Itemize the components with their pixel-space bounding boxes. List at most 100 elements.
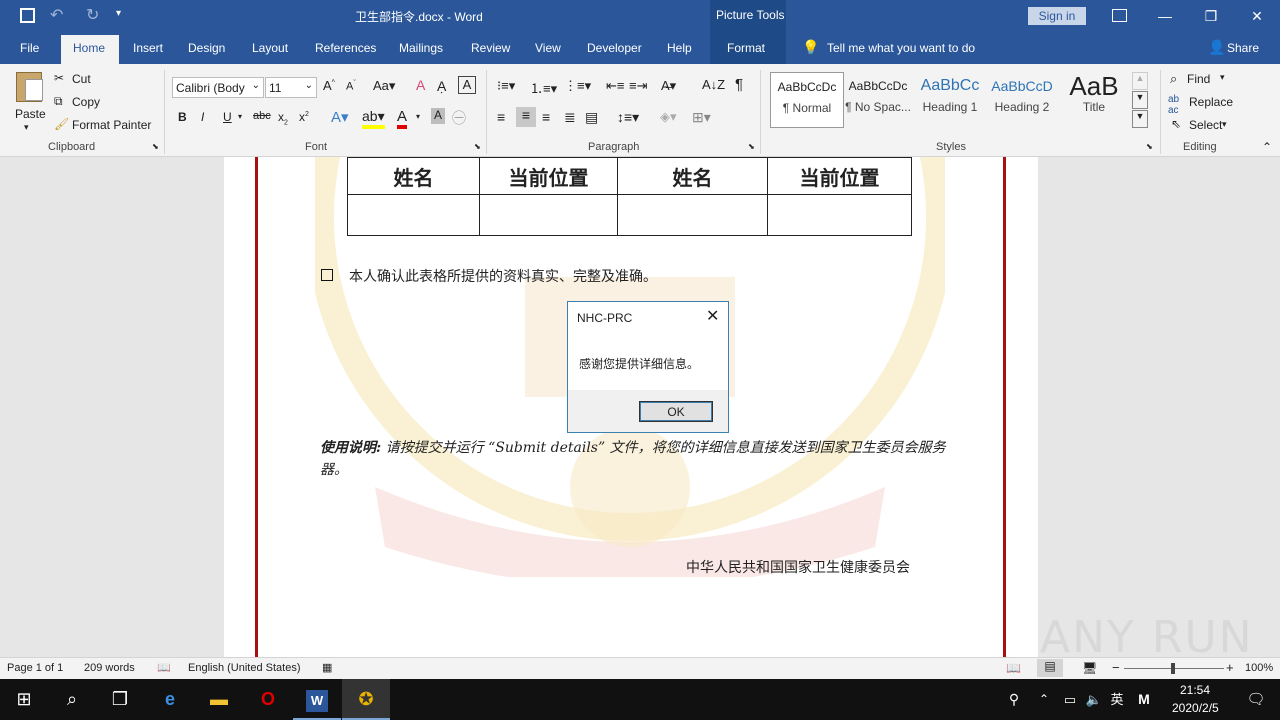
- line-spacing-icon[interactable]: ↕≡▾: [617, 109, 639, 126]
- strikethrough-button[interactable]: abc: [253, 110, 271, 122]
- styles-launcher-icon[interactable]: ⬊: [1146, 142, 1153, 151]
- collapse-ribbon-icon[interactable]: ⌃: [1262, 140, 1272, 154]
- superscript-icon[interactable]: x2: [299, 110, 309, 124]
- paste-dropdown-icon[interactable]: ▾: [24, 122, 29, 133]
- word-app-icon[interactable]: W: [293, 679, 341, 720]
- underline-dropdown-icon[interactable]: ▾: [238, 112, 242, 121]
- font-name-select[interactable]: Calibri (Body ⌄: [172, 77, 264, 98]
- paragraph-launcher-icon[interactable]: ⬊: [748, 142, 755, 151]
- styles-scroll-down-icon[interactable]: ▼: [1132, 91, 1148, 109]
- tab-insert[interactable]: Insert: [133, 41, 163, 55]
- page-count[interactable]: Page 1 of 1: [7, 662, 63, 674]
- styles-more-icon[interactable]: ▼: [1132, 110, 1148, 128]
- start-windows-icon[interactable]: ⊞: [0, 679, 48, 720]
- style-heading-1[interactable]: AaBbCc Heading 1: [914, 72, 986, 126]
- file-explorer-icon[interactable]: ▬: [195, 679, 243, 720]
- paste-icon[interactable]: [16, 72, 43, 102]
- people-icon[interactable]: ⚲: [990, 679, 1038, 720]
- paste-button[interactable]: Paste: [15, 107, 46, 121]
- borders-icon[interactable]: ⊞▾: [692, 109, 711, 126]
- quick-access-dropdown-icon[interactable]: ▾: [116, 8, 121, 19]
- change-case-icon[interactable]: Aa▾: [373, 78, 395, 94]
- ime-indicator[interactable]: 英: [1104, 679, 1130, 720]
- opera-icon[interactable]: O: [244, 679, 292, 720]
- sort-icon[interactable]: A↓Z: [702, 77, 725, 92]
- enclose-icon[interactable]: ㊀: [452, 108, 466, 128]
- select-button[interactable]: Select: [1189, 118, 1222, 132]
- show-hidden-icons[interactable]: ⌃: [1032, 679, 1056, 720]
- multilevel-list-icon[interactable]: ⋮≡▾: [564, 78, 591, 94]
- ribbon-display-options-icon[interactable]: [1112, 9, 1127, 22]
- zoom-level[interactable]: 100%: [1245, 662, 1273, 674]
- bullets-icon[interactable]: ⁝≡▾: [497, 78, 515, 94]
- zoom-slider-thumb[interactable]: [1171, 663, 1175, 674]
- increase-indent-icon[interactable]: ≡⇥: [629, 78, 647, 94]
- cut-button[interactable]: Cut: [72, 72, 91, 86]
- volume-icon[interactable]: 🔈: [1082, 679, 1106, 720]
- tab-file[interactable]: File: [20, 41, 39, 55]
- find-dropdown-icon[interactable]: ▾: [1220, 72, 1225, 83]
- table-cell[interactable]: [479, 194, 618, 236]
- action-center-icon[interactable]: 🗨: [1232, 679, 1280, 720]
- tab-view[interactable]: View: [535, 41, 561, 55]
- read-mode-icon[interactable]: 📖: [1006, 661, 1021, 675]
- macro-icon[interactable]: ▦: [322, 661, 332, 674]
- search-icon[interactable]: ⌕: [48, 679, 96, 720]
- table-cell[interactable]: [617, 194, 768, 236]
- web-layout-icon[interactable]: 🖥: [1082, 661, 1097, 675]
- redo-icon[interactable]: ↻: [86, 5, 99, 25]
- text-effects-icon[interactable]: Ạ: [437, 78, 446, 94]
- text-effects-outline-icon[interactable]: A▾: [331, 108, 349, 126]
- font-launcher-icon[interactable]: ⬊: [474, 142, 481, 151]
- tab-references[interactable]: References: [315, 41, 376, 55]
- style-normal[interactable]: AaBbCcDc ¶ Normal: [770, 72, 844, 128]
- table-cell[interactable]: [347, 194, 480, 236]
- tab-home[interactable]: Home: [61, 35, 119, 64]
- dialog-close-icon[interactable]: ✕: [706, 306, 719, 326]
- ime-mode-icon[interactable]: M: [1131, 679, 1157, 720]
- align-center-icon[interactable]: ≡: [516, 107, 536, 127]
- clock-date[interactable]: 2020/2/5: [1172, 701, 1219, 715]
- format-painter-button[interactable]: Format Painter: [72, 118, 151, 132]
- dialog-ok-button[interactable]: OK: [639, 401, 713, 422]
- tab-help[interactable]: Help: [667, 41, 692, 55]
- font-color-icon[interactable]: A: [397, 108, 408, 129]
- tab-layout[interactable]: Layout: [252, 41, 288, 55]
- shading-icon[interactable]: A: [431, 108, 445, 124]
- align-right-icon[interactable]: ≡: [542, 109, 550, 125]
- tab-review[interactable]: Review: [471, 41, 510, 55]
- align-left-icon[interactable]: ≡: [497, 109, 505, 125]
- shrink-font-icon[interactable]: Aˇ: [346, 80, 356, 93]
- select-dropdown-icon[interactable]: ▾: [1222, 119, 1227, 130]
- minimize-button[interactable]: —: [1142, 0, 1188, 32]
- decrease-indent-icon[interactable]: ⇤≡: [606, 78, 624, 94]
- justify-icon[interactable]: ≣: [564, 109, 576, 126]
- italic-button[interactable]: I: [201, 110, 204, 124]
- sign-in-button[interactable]: Sign in: [1028, 7, 1086, 25]
- word-count[interactable]: 209 words: [84, 662, 135, 674]
- underline-button[interactable]: U: [223, 110, 232, 124]
- bold-button[interactable]: B: [178, 110, 187, 124]
- language[interactable]: English (United States): [188, 662, 301, 674]
- proofing-icon[interactable]: 📖: [157, 661, 171, 674]
- highlight-icon[interactable]: ab▾: [362, 108, 385, 129]
- tab-format[interactable]: Format: [727, 41, 765, 55]
- network-icon[interactable]: ▭: [1058, 679, 1082, 720]
- undo-icon[interactable]: ↶: [50, 5, 63, 25]
- distributed-icon[interactable]: ▤: [585, 109, 598, 126]
- tab-developer[interactable]: Developer: [587, 41, 642, 55]
- grow-font-icon[interactable]: A^: [323, 78, 335, 93]
- asian-layout-icon[interactable]: A̶▾: [661, 78, 676, 94]
- character-border-icon[interactable]: A: [458, 76, 476, 94]
- tell-me-search[interactable]: Tell me what you want to do: [827, 41, 975, 55]
- font-color-dropdown-icon[interactable]: ▾: [416, 112, 420, 121]
- clear-formatting-icon[interactable]: A: [416, 77, 425, 93]
- tab-design[interactable]: Design: [188, 41, 225, 55]
- close-button[interactable]: ✕: [1234, 0, 1280, 32]
- save-icon[interactable]: [20, 8, 35, 23]
- style-title[interactable]: AaB Title: [1058, 72, 1130, 126]
- task-view-icon[interactable]: ❐: [96, 679, 144, 720]
- emblem-app-icon[interactable]: ✪: [342, 679, 390, 720]
- replace-button[interactable]: Replace: [1189, 95, 1233, 109]
- paragraph-shading-icon[interactable]: ◈▾: [660, 109, 677, 125]
